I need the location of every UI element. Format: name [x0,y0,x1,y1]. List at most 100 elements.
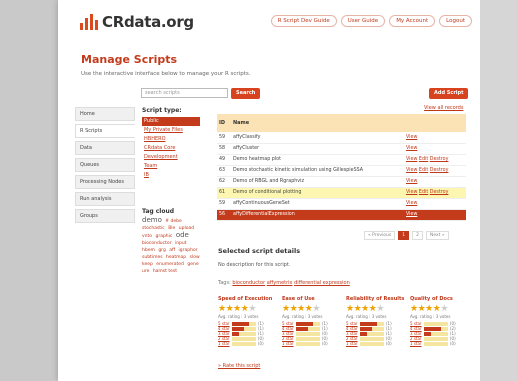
star-rating-icon[interactable]: ★★★★★ [410,304,466,314]
tag-cloud-item[interactable]: slow [190,255,200,260]
row-action-view[interactable]: View [406,212,417,217]
table-row[interactable]: 56 affyDifferentialExpression View [217,209,466,221]
table-row[interactable]: 61 Demo of conditional plotting View Edit … [217,187,466,199]
row-name[interactable]: Demo heatmap plot [231,154,404,166]
tag-cloud-item[interactable]: input [175,241,187,246]
row-id: 58 [217,143,231,155]
row-name[interactable]: affyCluster [231,143,404,155]
row-action-view[interactable]: View [406,146,417,151]
search-button[interactable]: Search [231,88,261,99]
table-row[interactable]: 59 affyClassify View [217,132,466,144]
tag-cloud-item[interactable]: igraphor [179,248,198,253]
row-name[interactable]: affyContinuousGeneSet [231,198,404,210]
tag-cloud-item[interactable]: # debe [165,219,181,224]
tag-cloud-item[interactable]: ure [142,269,149,274]
row-action-destroy[interactable]: Destroy [430,157,449,162]
tag-cloud-item[interactable]: gene [187,262,198,267]
row-name[interactable]: affyClassify [231,132,404,144]
star-rating-icon[interactable]: ★★★★★ [282,304,338,314]
rating-breakdown-row: 1 star (0) [218,341,274,346]
left-nav-r-scripts[interactable]: R Scripts [75,124,135,138]
script-type-core[interactable]: CRdata Core [142,144,200,153]
tag-cloud-item[interactable]: bioconductor [142,241,172,246]
row-name[interactable]: Demo stochastic kinetic simulation using… [231,165,404,177]
tag-link[interactable]: differential expression [294,280,350,286]
left-nav-data[interactable]: Data [75,141,135,155]
rating-star-label[interactable]: 1 star [282,341,294,346]
script-type-public[interactable]: Public [142,117,200,126]
tag-cloud-item[interactable]: graphic [155,234,172,239]
table-row[interactable]: 62 Demo of RBGL and Rgraphviz View [217,176,466,188]
search-input[interactable]: search scripts [141,88,228,98]
pager-page-1[interactable]: 1 [398,231,410,240]
row-action-edit[interactable]: Edit [419,157,428,162]
script-type-development[interactable]: Development [142,153,200,162]
row-name[interactable]: Demo of RBGL and Rgraphviz [231,176,404,188]
pager-next[interactable]: Next » [425,231,449,240]
tag-cloud-item[interactable]: Ble [168,226,175,231]
rating-star-label[interactable]: 1 star [218,341,230,346]
pagination: « Previous 1 2 Next » [364,231,449,240]
script-type-ib[interactable]: IB [142,171,200,180]
row-action-view[interactable]: View [406,179,417,184]
logo[interactable]: CRdata.org [80,13,194,31]
star-rating-icon[interactable]: ★★★★★ [218,304,274,314]
script-type-private[interactable]: My Private Files [142,126,200,135]
rating-star-label[interactable]: 1 star [346,341,358,346]
rating-bar [232,321,256,326]
tag-cloud-item[interactable]: aff [169,248,175,253]
left-nav-home[interactable]: Home [75,107,135,121]
row-name[interactable]: affyDifferentialExpression [231,209,404,221]
col-id[interactable]: ID [217,114,231,132]
tag-cloud-item[interactable]: stochastic [142,226,165,231]
table-row[interactable]: 63 Demo stochastic kinetic simulation usi… [217,165,466,177]
left-nav-groups[interactable]: Groups [75,209,135,223]
tag-link[interactable]: affymetrix [267,280,293,286]
tag-cloud-item[interactable]: hamst test [153,269,177,274]
row-action-destroy[interactable]: Destroy [430,168,449,173]
tag-cloud-item[interactable]: demo [142,216,162,224]
rate-script-link[interactable]: » Rate this script [218,363,260,369]
rating-bar [360,336,384,341]
script-type-hbhero[interactable]: HBHERO [142,135,200,144]
row-actions: View Edit Destroy [404,154,466,166]
tag-cloud-item[interactable]: heatmap [166,255,186,260]
tag-cloud-item[interactable]: subtimes [142,255,163,260]
left-nav-queues[interactable]: Queues [75,158,135,172]
left-nav-run-analysis[interactable]: Run analysis [75,192,135,206]
left-nav-processing-nodes[interactable]: Processing Nodes [75,175,135,189]
row-action-view[interactable]: View [406,168,417,173]
row-action-view[interactable]: View [406,201,417,206]
row-action-destroy[interactable]: Destroy [430,190,449,195]
rating-column: Quality of Docs ★★★★★ Avg. rating : 3 vote… [410,296,466,346]
pager-prev[interactable]: « Previous [364,231,396,240]
tag-cloud-item[interactable]: ode [176,231,189,239]
tag-cloud-item[interactable]: enumerated [156,262,184,267]
row-action-view[interactable]: View [406,157,417,162]
tag-cloud-item[interactable]: grg [158,248,165,253]
nav-user-guide[interactable]: User Guide [340,15,386,27]
nav-dev-guide[interactable]: R Script Dev Guide [270,15,337,27]
row-action-edit[interactable]: Edit [419,168,428,173]
row-action-view[interactable]: View [406,190,417,195]
pager-page-2[interactable]: 2 [412,231,423,240]
row-action-edit[interactable]: Edit [419,190,428,195]
row-name[interactable]: Demo of conditional plotting [231,187,404,199]
tag-cloud-item[interactable]: vnto [142,234,152,239]
table-row[interactable]: 58 affyCluster View [217,143,466,155]
top-nav: R Script Dev Guide User Guide My Account… [270,15,472,27]
table-row[interactable]: 59 affyContinuousGeneSet View [217,198,466,210]
nav-logout[interactable]: Logout [439,15,472,27]
star-rating-icon[interactable]: ★★★★★ [346,304,402,314]
view-all-link[interactable]: View all records [424,105,463,111]
tag-link[interactable]: bioconductor [232,280,265,286]
add-script-button[interactable]: Add Script [429,88,469,99]
col-name[interactable]: Name [231,114,404,132]
row-action-view[interactable]: View [406,135,417,140]
tag-cloud-item[interactable]: hbem [142,248,155,253]
tag-cloud-item[interactable]: keep [142,262,153,267]
script-type-team[interactable]: Team [142,162,200,171]
nav-my-account[interactable]: My Account [389,15,436,27]
rating-star-label[interactable]: 1 star [410,341,422,346]
table-row[interactable]: 49 Demo heatmap plot View Edit Destroy [217,154,466,166]
